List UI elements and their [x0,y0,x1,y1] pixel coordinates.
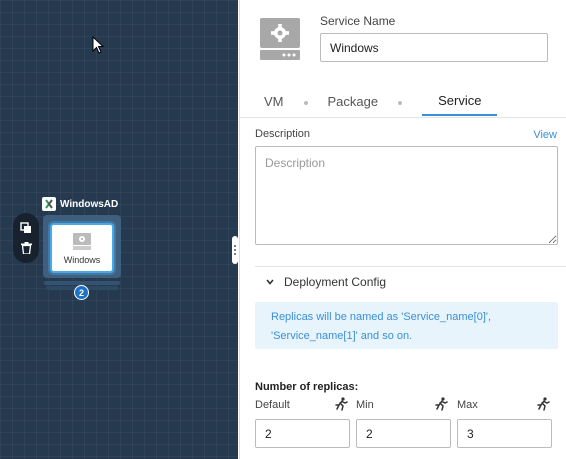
tabs-divider [240,117,566,118]
config-tabs: VM Package Service [264,90,498,116]
grip-dot [234,249,236,251]
running-person-icon [335,397,348,411]
tab-service[interactable]: Service [422,90,498,116]
grip-dot [234,245,236,247]
app-label: WindowsAD [42,197,118,211]
service-node-label: Windows [63,255,101,265]
deployment-config-toggle[interactable]: Deployment Config [266,275,386,289]
service-name-label: Service Name [320,14,396,28]
chevron-down-icon [266,279,274,285]
tab-separator [303,101,308,105]
replicas-min-label: Min [356,399,374,411]
service-config-panel: Service Name VM Package Service Descript… [239,0,566,459]
section-divider [255,266,566,267]
replicas-max-label: Max [457,399,478,411]
replicas-default-input[interactable] [255,419,350,448]
app-logo-icon [42,197,56,211]
service-name-input[interactable] [320,33,548,62]
copy-icon[interactable] [20,221,32,234]
view-link[interactable]: View [533,129,557,141]
panel-resize-handle[interactable] [232,236,238,264]
tab-separator [398,101,403,105]
service-node-icon [73,233,91,250]
node-toolbar [13,213,39,263]
description-textarea[interactable] [255,146,558,245]
replicas-default-label: Default [255,399,290,411]
tab-vm[interactable]: VM [264,91,284,116]
tab-package[interactable]: Package [328,91,379,116]
running-person-icon [435,397,448,411]
description-label: Description [255,128,311,140]
service-node[interactable]: Windows [50,223,114,273]
app-name: WindowsAD [60,198,119,210]
deployment-config-label: Deployment Config [284,275,387,289]
grip-dot [234,253,236,255]
replicas-label: Number of replicas: [255,381,359,393]
replica-naming-info: Replicas will be named as 'Service_name[… [255,302,558,349]
delete-icon[interactable] [20,242,32,255]
replicas-min-input[interactable] [356,419,451,448]
blueprint-canvas[interactable]: WindowsAD Windows 2 [0,0,238,459]
running-person-icon [537,397,550,411]
mouse-cursor-icon [92,36,104,54]
replica-count-badge: 2 [74,285,89,300]
replicas-max-input[interactable] [457,419,552,448]
service-icon [260,18,300,60]
